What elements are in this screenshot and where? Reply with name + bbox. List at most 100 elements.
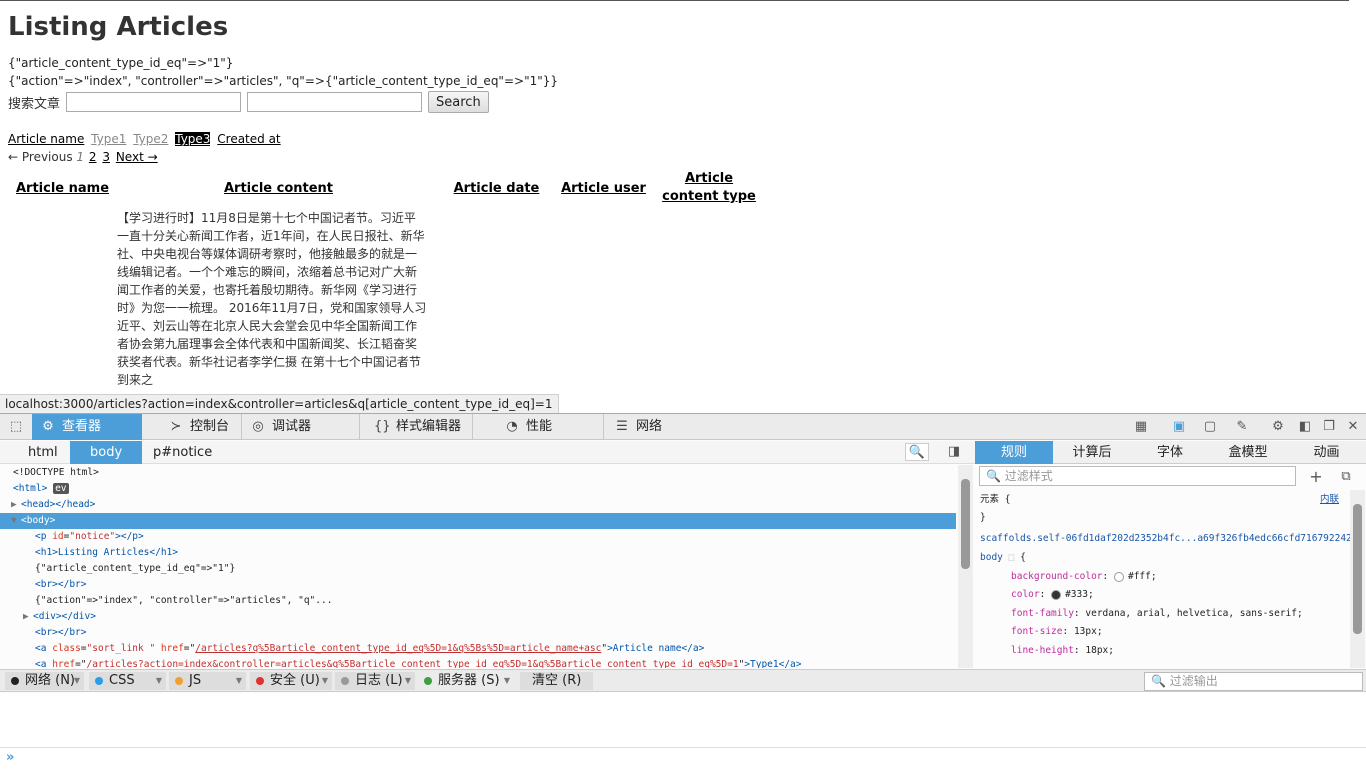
tab-rules[interactable]: 规则 — [975, 441, 1053, 464]
markup-line[interactable]: ▶ <div></div> — [0, 609, 956, 625]
clear-console-button[interactable]: 清空 (R) — [520, 672, 593, 690]
column-header-date: Article date — [453, 180, 540, 196]
markup-line-selected[interactable]: ▼ <body> — [0, 513, 956, 529]
screenshot-icon[interactable]: ▢ — [1201, 418, 1219, 436]
breadcrumb: html body p#notice 🔍 ◨ — [0, 441, 975, 464]
markup-line[interactable]: <html> ev — [0, 481, 956, 497]
articles-table: Article name Article content Article dat… — [8, 169, 764, 207]
search-button[interactable]: Search — [428, 91, 489, 113]
tab-console[interactable]: ≻ 控制台 — [160, 414, 242, 440]
dropdown-icon: ▼ — [155, 676, 162, 685]
devtools-toolbar: ⬚ ⚙ 查看器 ≻ 控制台 ◎ 调试器 {} 样式编辑器 ◔ 性能 ☰ 网络 ▦ ▣ ▢ ✎… — [0, 414, 1366, 440]
type-link-2[interactable]: Type2 — [133, 132, 168, 146]
column-header-name: Article name — [15, 180, 110, 196]
scroll-thumb[interactable] — [961, 479, 970, 569]
params-line-1: {"article_content_type_id_eq"=>"1"} — [8, 56, 234, 70]
filter-styles-input[interactable]: 🔍 过滤样式 — [979, 466, 1296, 486]
rule-property[interactable]: line-height: 18px; — [1011, 643, 1114, 659]
search-input-1[interactable] — [66, 92, 242, 112]
add-rule-icon[interactable]: + — [1307, 468, 1325, 486]
dropdown-icon: ▼ — [404, 676, 411, 685]
markup-scrollbar[interactable] — [958, 465, 973, 668]
close-icon[interactable]: ✕ — [1344, 418, 1362, 436]
rules-scrollbar[interactable] — [1350, 490, 1365, 668]
responsive-icon[interactable]: ▣ — [1170, 418, 1188, 436]
rule-property[interactable]: color: #333; — [1011, 587, 1094, 603]
page-link-2[interactable]: 2 — [89, 150, 97, 164]
settings-gear-icon[interactable]: ⚙ — [1269, 418, 1287, 436]
breadcrumb-body[interactable]: body — [70, 441, 143, 464]
sort-link-created-at[interactable]: Created at — [217, 132, 280, 146]
rule-property[interactable]: font-family: verdana, arial, helvetica, … — [1011, 606, 1303, 622]
tab-network[interactable]: ☰ 网络 — [606, 414, 694, 440]
page-viewport: Listing Articles {"article_content_type_… — [0, 0, 1349, 413]
rule-selector[interactable]: 元素 { — [980, 492, 1010, 508]
markup-line[interactable]: <br></br> — [0, 625, 956, 641]
dropdown-icon: ▼ — [321, 676, 328, 685]
rules-view: 元素 { 内联 } scaffolds.self-06fd1daf202d235… — [975, 490, 1350, 668]
column-header-content: Article content — [223, 180, 334, 196]
markup-line[interactable]: <br></br> — [0, 577, 956, 593]
sort-link-article-name[interactable]: Article name — [8, 132, 84, 146]
color-swatch[interactable] — [1051, 589, 1062, 600]
markup-line[interactable]: <h1>Listing Articles</h1> — [0, 545, 956, 561]
markup-view: <!DOCTYPE html> <html> ev ▶ <head></head>… — [0, 465, 958, 668]
markup-line[interactable]: <a href="/articles?action=index&controll… — [0, 657, 956, 668]
filter-security[interactable]: 安全 (U) ▼ — [250, 672, 332, 690]
eyedropper-icon[interactable]: ✎ — [1233, 418, 1251, 436]
markup-line[interactable]: ▶ <head></head> — [0, 497, 956, 513]
search-input-2[interactable] — [247, 92, 423, 112]
current-page: 1 — [76, 150, 85, 164]
search-icon: 🔍 — [1151, 674, 1170, 688]
previous-link: ← Previous — [8, 150, 73, 164]
markup-line[interactable]: <p id="notice"></p> — [0, 529, 956, 545]
status-url: localhost:3000/articles?action=index&con… — [0, 394, 559, 413]
color-swatch[interactable] — [1113, 571, 1124, 582]
undock-icon[interactable]: ❐ — [1320, 418, 1338, 436]
filter-output-input[interactable]: 🔍 过滤输出 — [1144, 672, 1363, 691]
tab-performance[interactable]: ◔ 性能 — [496, 414, 604, 440]
tab-inspector[interactable]: ⚙ 查看器 — [32, 414, 142, 440]
filter-js[interactable]: JS ▼ — [169, 672, 246, 690]
breadcrumb-html[interactable]: html — [28, 441, 58, 464]
scroll-thumb[interactable] — [1353, 504, 1362, 634]
filter-network[interactable]: 网络 (N) ▼ — [5, 672, 84, 690]
search-icon[interactable]: 🔍 — [905, 443, 929, 461]
filter-server[interactable]: 服务器 (S) ▼ — [418, 672, 514, 690]
rule-property[interactable]: font-size: 13px; — [1011, 624, 1103, 640]
console-input[interactable]: » — [0, 747, 1366, 769]
page-title: Listing Articles — [8, 12, 229, 42]
markup-line[interactable]: <!DOCTYPE html> — [0, 465, 956, 481]
tab-style-editor[interactable]: {} 样式编辑器 — [366, 414, 473, 440]
tab-animations[interactable]: 动画 — [1287, 441, 1366, 464]
tab-debugger[interactable]: ◎ 调试器 — [242, 414, 360, 440]
tab-box-model[interactable]: 盒模型 — [1209, 441, 1287, 464]
toggle-pseudo-class-icon[interactable]: ⧉ — [1337, 468, 1355, 486]
pick-element-icon[interactable]: ⬚ — [7, 418, 25, 436]
sort-links: Article name Type1 Type2 Type3 Created a… — [8, 132, 284, 146]
inline-link[interactable]: 内联 — [1320, 492, 1339, 508]
filter-css[interactable]: CSS ▼ — [89, 672, 166, 690]
article-content-cell: 【学习进行时】11月8日是第十七个中国记者节。习近平一直十分关心新闻工作者，近1… — [117, 211, 427, 387]
breadcrumb-p-notice[interactable]: p#notice — [153, 441, 212, 464]
rule-source-link[interactable]: scaffolds.self-06fd1daf202d2352b4fc...a6… — [980, 531, 1350, 547]
markup-line[interactable]: {"article_content_type_id_eq"=>"1"} — [0, 561, 956, 577]
search-icon: 🔍 — [986, 469, 1005, 483]
markup-line[interactable]: <a class="sort_link " href="/articles?q%… — [0, 641, 956, 657]
inspector-icon: ⚙ — [42, 419, 54, 434]
markup-line[interactable]: {"action"=>"index", "controller"=>"artic… — [0, 593, 956, 609]
page-link-3[interactable]: 3 — [102, 150, 110, 164]
dock-side-icon[interactable]: ◧ — [1296, 418, 1314, 436]
next-link[interactable]: Next → — [116, 150, 158, 164]
frame-select-icon[interactable]: ▦ — [1132, 418, 1150, 436]
event-badge[interactable]: ev — [53, 483, 69, 494]
tab-computed[interactable]: 计算后 — [1053, 441, 1131, 464]
rule-property[interactable]: background-color: #fff; — [1011, 569, 1157, 585]
filter-logging[interactable]: 日志 (L) ▼ — [335, 672, 415, 690]
rule-close: } — [980, 512, 986, 523]
type-link-3[interactable]: Type3 — [175, 132, 211, 146]
type-link-1[interactable]: Type1 — [91, 132, 126, 146]
rule-selector[interactable]: body ⬚ { — [980, 550, 1026, 566]
tab-fonts[interactable]: 字体 — [1131, 441, 1209, 464]
toggle-sidebar-icon[interactable]: ◨ — [945, 443, 963, 461]
